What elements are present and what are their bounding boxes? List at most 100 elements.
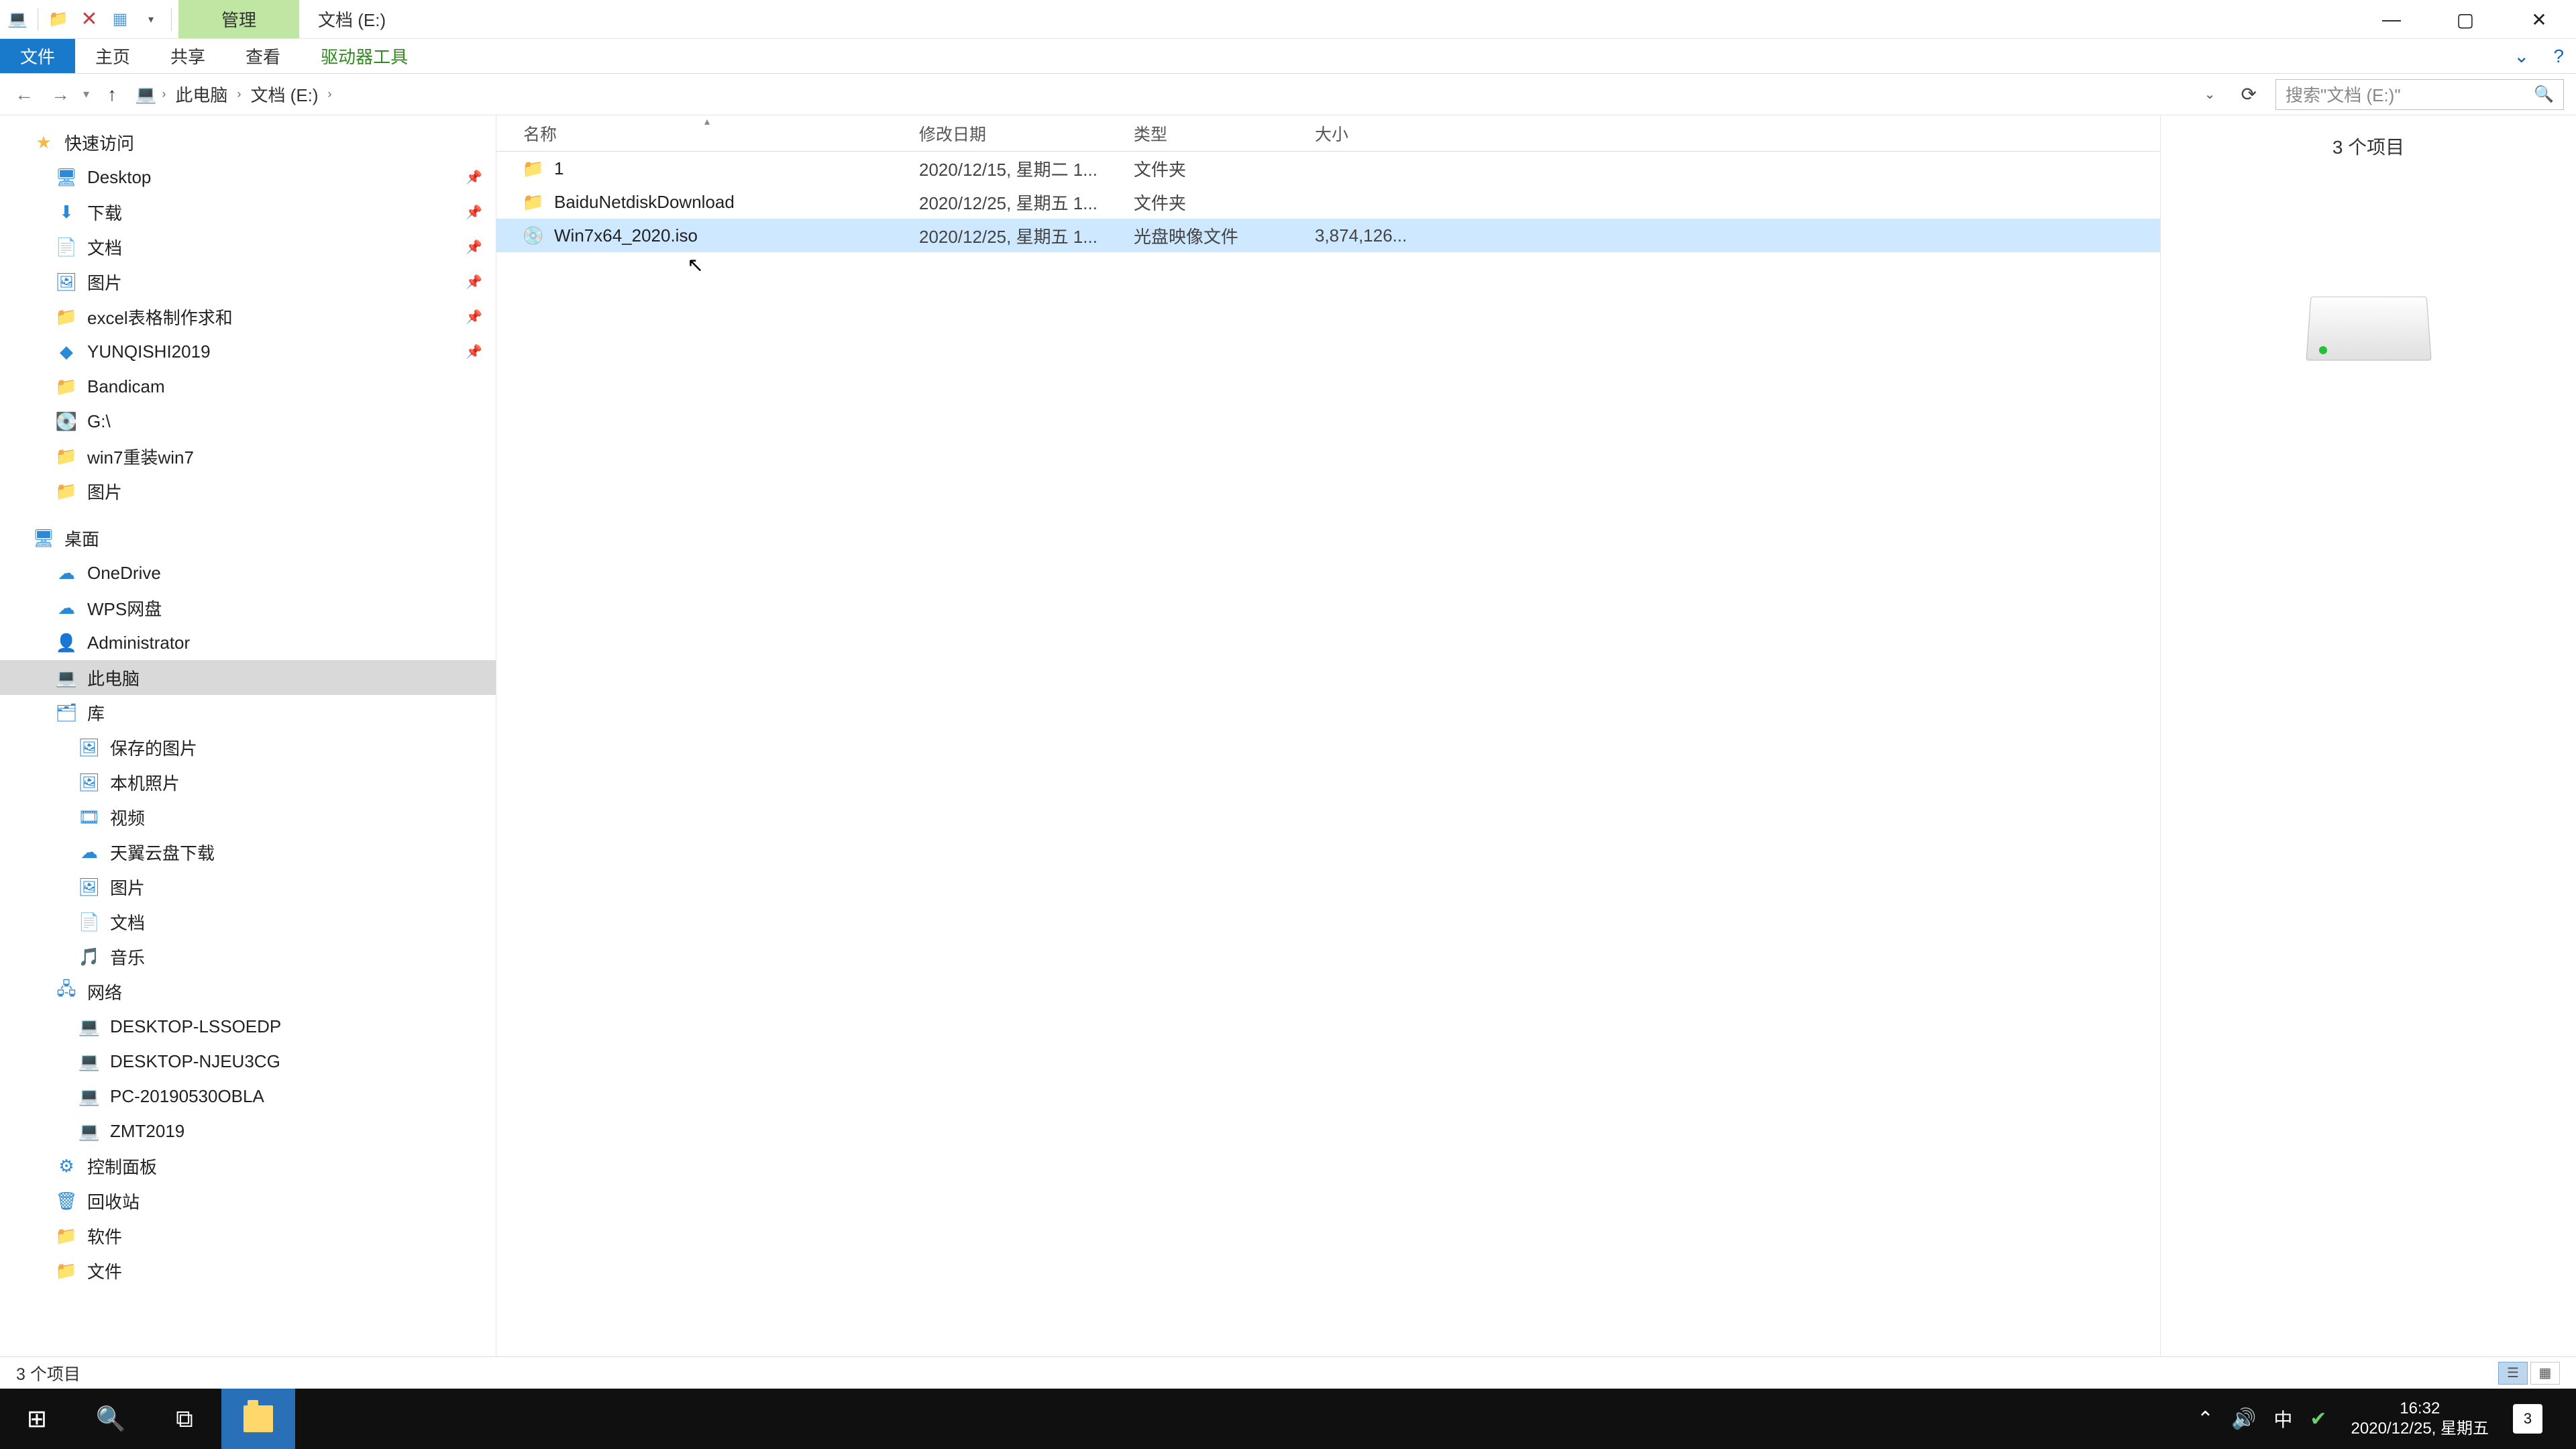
tree-label: 此电脑 xyxy=(87,665,140,690)
breadcrumb-this-pc[interactable]: 此电脑 xyxy=(171,79,231,109)
help-icon[interactable]: ? xyxy=(2541,39,2576,73)
chevron-right-icon[interactable]: › xyxy=(162,87,166,101)
tree-videos[interactable]: 🎞视频 xyxy=(0,800,496,835)
task-view-button[interactable]: ⧉ xyxy=(148,1389,221,1449)
volume-icon[interactable]: 🔊 xyxy=(2231,1407,2256,1431)
refresh-button[interactable]: ⟳ xyxy=(2232,83,2266,105)
tree-win7[interactable]: 📁win7重装win7 xyxy=(0,439,496,474)
pc-icon: 💻 xyxy=(78,1050,101,1073)
forward-button[interactable]: → xyxy=(47,81,74,108)
tray-overflow-icon[interactable]: ⌃ xyxy=(2197,1407,2214,1431)
tree-camera-roll[interactable]: 🖼本机照片 xyxy=(0,765,496,800)
search-placeholder: 搜索"文档 (E:)" xyxy=(2286,82,2401,107)
tree-downloads[interactable]: ⬇下载 xyxy=(0,195,496,229)
column-type[interactable]: 类型 xyxy=(1134,121,1315,146)
search-icon[interactable]: 🔍 xyxy=(2534,85,2554,104)
tree-recycle-bin[interactable]: 🗑回收站 xyxy=(0,1183,496,1218)
tree-pictures[interactable]: 🖼图片 xyxy=(0,264,496,299)
history-dropdown-icon[interactable]: ▾ xyxy=(83,87,89,101)
tree-pc1[interactable]: 💻DESKTOP-LSSOEDP xyxy=(0,1009,496,1044)
tab-file[interactable]: 文件 xyxy=(0,39,75,73)
tree-files[interactable]: 📁文件 xyxy=(0,1253,496,1288)
tab-drive-tools[interactable]: 驱动器工具 xyxy=(301,39,428,73)
chevron-right-icon[interactable]: › xyxy=(237,87,241,101)
tree-saved-pictures[interactable]: 🖼保存的图片 xyxy=(0,730,496,765)
breadcrumb-drive[interactable]: 文档 (E:) xyxy=(246,79,322,109)
tree-label: 音乐 xyxy=(110,945,145,969)
pc-icon: 💻 xyxy=(78,1085,101,1108)
tree-wps[interactable]: ☁WPS网盘 xyxy=(0,590,496,625)
tree-tianyi[interactable]: ☁天翼云盘下载 xyxy=(0,835,496,869)
column-date[interactable]: 修改日期 xyxy=(919,121,1134,146)
table-row[interactable]: 📁12020/12/15, 星期二 1...文件夹 xyxy=(496,152,2160,185)
tree-desktop[interactable]: 🖥Desktop xyxy=(0,160,496,195)
folder-icon: 📁 xyxy=(55,445,78,468)
pictures-icon: 🖼 xyxy=(78,875,101,898)
tree-music[interactable]: 🎵音乐 xyxy=(0,939,496,974)
tree-pictures2[interactable]: 📁图片 xyxy=(0,474,496,508)
tree-label: 文件 xyxy=(87,1258,122,1283)
start-button[interactable]: ⊞ xyxy=(0,1389,74,1449)
tree-control-panel[interactable]: ⚙控制面板 xyxy=(0,1148,496,1183)
tree-excel-folder[interactable]: 📁excel表格制作求和 xyxy=(0,299,496,334)
view-details-button[interactable]: ☰ xyxy=(2498,1362,2528,1385)
column-size[interactable]: 大小 xyxy=(1315,121,1429,146)
tree-administrator[interactable]: 👤Administrator xyxy=(0,625,496,660)
tree-pc2[interactable]: 💻DESKTOP-NJEU3CG xyxy=(0,1044,496,1079)
view-large-icons-button[interactable]: ▦ xyxy=(2530,1362,2560,1385)
back-button[interactable]: ← xyxy=(11,81,38,108)
breadcrumb[interactable]: 💻 › 此电脑 › 文档 (E:) › xyxy=(135,79,332,109)
up-button[interactable]: ↑ xyxy=(99,81,125,108)
ribbon-expand-icon[interactable]: ⌄ xyxy=(2502,39,2541,73)
app-icon[interactable]: 💻 xyxy=(3,5,32,34)
tree-libraries[interactable]: 🗂库 xyxy=(0,695,496,730)
tree-pc4[interactable]: 💻ZMT2019 xyxy=(0,1114,496,1148)
drive-icon xyxy=(2308,294,2429,361)
tree-pc3[interactable]: 💻PC-20190530OBLA xyxy=(0,1079,496,1114)
tab-share[interactable]: 共享 xyxy=(150,39,225,73)
taskbar-explorer-button[interactable] xyxy=(221,1389,295,1449)
qat-properties-icon[interactable]: 📁 xyxy=(44,5,73,34)
taskbar-clock[interactable]: 16:32 2020/12/25, 星期五 xyxy=(2345,1399,2496,1439)
tab-view[interactable]: 查看 xyxy=(225,39,301,73)
column-name[interactable]: 名称 ▴ xyxy=(523,121,919,146)
iso-file-icon: 💿 xyxy=(523,225,543,246)
maximize-button[interactable]: ▢ xyxy=(2428,0,2502,39)
tree-this-pc[interactable]: 💻此电脑 xyxy=(0,660,496,695)
taskbar-search-button[interactable]: 🔍 xyxy=(74,1389,148,1449)
tree-section-desktop[interactable]: 🖥桌面 xyxy=(0,521,496,555)
search-input[interactable]: 搜索"文档 (E:)" 🔍 xyxy=(2275,79,2564,110)
table-row[interactable]: 💿Win7x64_2020.iso2020/12/25, 星期五 1...光盘映… xyxy=(496,219,2160,252)
tree-documents[interactable]: 📄文档 xyxy=(0,229,496,264)
qat-new-folder-icon[interactable]: ▦ xyxy=(105,5,135,34)
tree-quick-access[interactable]: ★快速访问 xyxy=(0,125,496,160)
tree-gdrive[interactable]: 💽G:\ xyxy=(0,404,496,439)
tree-pictures3[interactable]: 🖼图片 xyxy=(0,869,496,904)
tree-docs[interactable]: 📄文档 xyxy=(0,904,496,939)
pc-icon: 💻 xyxy=(78,1015,101,1038)
qat-delete-icon[interactable]: ✕ xyxy=(74,5,104,34)
tree-network[interactable]: 🖧网络 xyxy=(0,974,496,1009)
tab-home[interactable]: 主页 xyxy=(75,39,150,73)
title-bar: 💻 📁 ✕ ▦ ▾ 管理 文档 (E:) — ▢ ✕ xyxy=(0,0,2576,39)
chevron-right-icon[interactable]: › xyxy=(328,87,332,101)
tree-yunqishi[interactable]: ◆YUNQISHI2019 xyxy=(0,334,496,369)
folder-icon: 📁 xyxy=(55,480,78,502)
qat-dropdown-icon[interactable]: ▾ xyxy=(136,5,166,34)
tree-label: 保存的图片 xyxy=(110,735,197,760)
contextual-tab-manage[interactable]: 管理 xyxy=(178,0,299,38)
ime-indicator[interactable]: 中 xyxy=(2273,1405,2292,1432)
tray-app-icon[interactable]: ✔ xyxy=(2310,1407,2326,1431)
address-dropdown-icon[interactable]: ⌄ xyxy=(2198,86,2222,103)
action-center-button[interactable]: 3 xyxy=(2513,1404,2542,1434)
tree-label: 控制面板 xyxy=(87,1154,157,1179)
close-button[interactable]: ✕ xyxy=(2502,0,2576,39)
tree-bandicam[interactable]: 📁Bandicam xyxy=(0,369,496,404)
tree-label: 本机照片 xyxy=(110,770,180,795)
tree-software[interactable]: 📁软件 xyxy=(0,1218,496,1253)
tree-onedrive[interactable]: ☁OneDrive xyxy=(0,555,496,590)
table-row[interactable]: 📁BaiduNetdiskDownload2020/12/25, 星期五 1..… xyxy=(496,185,2160,219)
navigation-tree[interactable]: ★快速访问 🖥Desktop ⬇下载 📄文档 🖼图片 📁excel表格制作求和 … xyxy=(0,115,496,1356)
pictures-icon: 🖼 xyxy=(55,270,78,293)
minimize-button[interactable]: — xyxy=(2355,0,2428,39)
